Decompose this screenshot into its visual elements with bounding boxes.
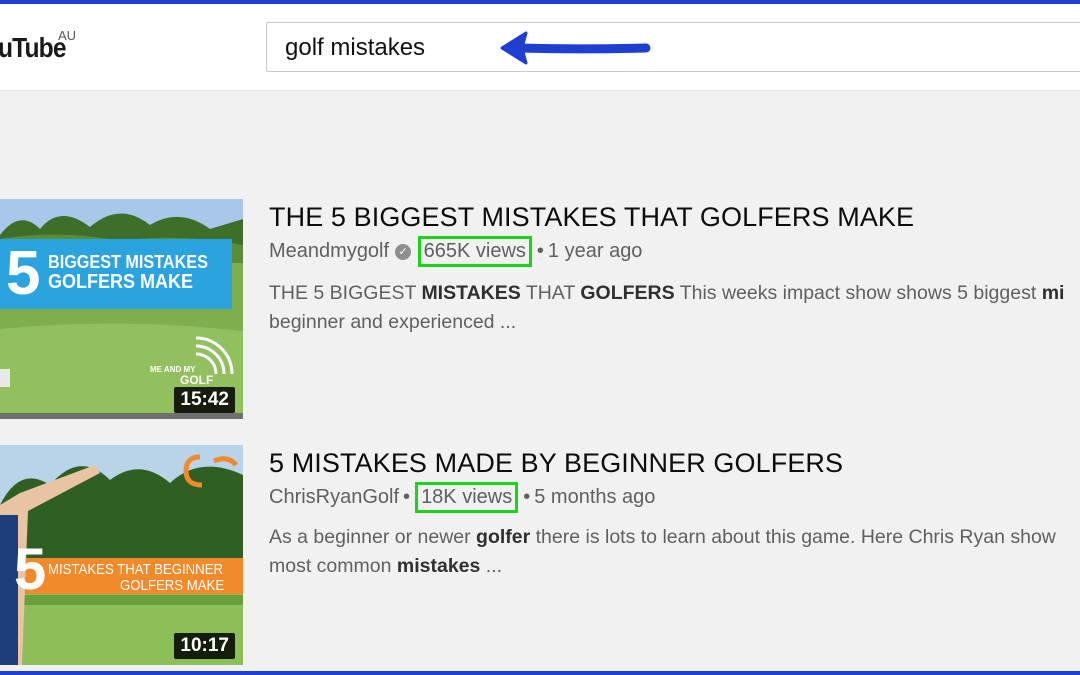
desc-text: As a beginner or newer <box>269 526 477 548</box>
video-title[interactable]: 5 MISTAKES MADE BY BEGINNER GOLFERS <box>269 448 843 479</box>
video-metadata: Meandmygolf ✓ 665K views • 1 year ago <box>269 236 642 267</box>
video-thumbnail[interactable]: 5 BIGGEST MISTAKES GOLFERS MAKE ME AND M… <box>0 199 243 419</box>
thumbnail-number: 5 <box>6 239 41 308</box>
view-count: 18K views <box>415 482 519 513</box>
search-input[interactable]: golf mistakes <box>266 22 1080 72</box>
desc-text: most common <box>269 555 397 577</box>
video-duration: 10:17 <box>174 633 235 659</box>
search-query[interactable]: golf mistakes <box>285 34 425 62</box>
video-result[interactable]: 5 MISTAKES THAT BEGINNER GOLFERS MAKE 10… <box>0 445 1080 665</box>
verified-badge-icon: ✓ <box>395 244 412 260</box>
video-title[interactable]: THE 5 BIGGEST MISTAKES THAT GOLFERS MAKE <box>269 202 914 233</box>
desc-text: there is lots to learn about this game. … <box>530 526 1056 548</box>
desc-keyword: mi <box>1041 282 1065 304</box>
desc-text: This weeks impact show shows 5 biggest <box>674 282 1042 304</box>
youtube-logo[interactable]: uTube <box>0 32 67 64</box>
thumbnail-line1: BIGGEST MISTAKES <box>48 252 208 272</box>
thumbnail-line1: MISTAKES THAT BEGINNER <box>48 561 224 578</box>
desc-text: THE 5 BIGGEST <box>269 282 422 304</box>
masthead: uTube AU golf mistakes <box>0 4 1080 91</box>
desc-keyword: MISTAKES <box>421 282 521 304</box>
video-thumbnail[interactable]: 5 MISTAKES THAT BEGINNER GOLFERS MAKE 10… <box>0 445 243 665</box>
video-result[interactable]: 5 BIGGEST MISTAKES GOLFERS MAKE ME AND M… <box>0 199 1080 419</box>
upload-age: 5 months ago <box>534 486 656 508</box>
video-description: As a beginner or newer golfer there is l… <box>269 523 1080 581</box>
separator-dot: • <box>523 486 531 508</box>
channel-name[interactable]: ChrisRyanGolf <box>269 486 399 508</box>
video-description: THE 5 BIGGEST MISTAKES THAT GOLFERS This… <box>269 279 1080 337</box>
video-metadata: ChrisRyanGolf • 18K views • 5 months ago <box>269 482 655 513</box>
desc-keyword: golfer <box>476 526 531 548</box>
desc-text: THAT <box>520 282 581 304</box>
desc-keyword: mistakes <box>396 555 481 577</box>
thumbnail-line2: GOLFERS MAKE <box>48 271 194 293</box>
region-label: AU <box>58 28 77 43</box>
upload-age: 1 year ago <box>547 240 643 262</box>
annotation-arrow-icon <box>500 31 651 65</box>
channel-name[interactable]: Meandmygolf <box>269 240 389 262</box>
thumbnail-number: 5 <box>14 537 47 602</box>
thumbnail-brand: GOLF <box>180 373 214 387</box>
thumbnail-line2: GOLFERS MAKE <box>120 577 225 594</box>
desc-text: beginner and experienced ... <box>269 311 517 333</box>
separator-dot: • <box>536 240 544 262</box>
separator-dot: • <box>403 486 411 508</box>
view-count: 665K views <box>417 236 532 267</box>
desc-keyword: GOLFERS <box>580 282 675 304</box>
desc-text: ... <box>480 555 503 577</box>
video-duration: 15:42 <box>174 387 235 413</box>
